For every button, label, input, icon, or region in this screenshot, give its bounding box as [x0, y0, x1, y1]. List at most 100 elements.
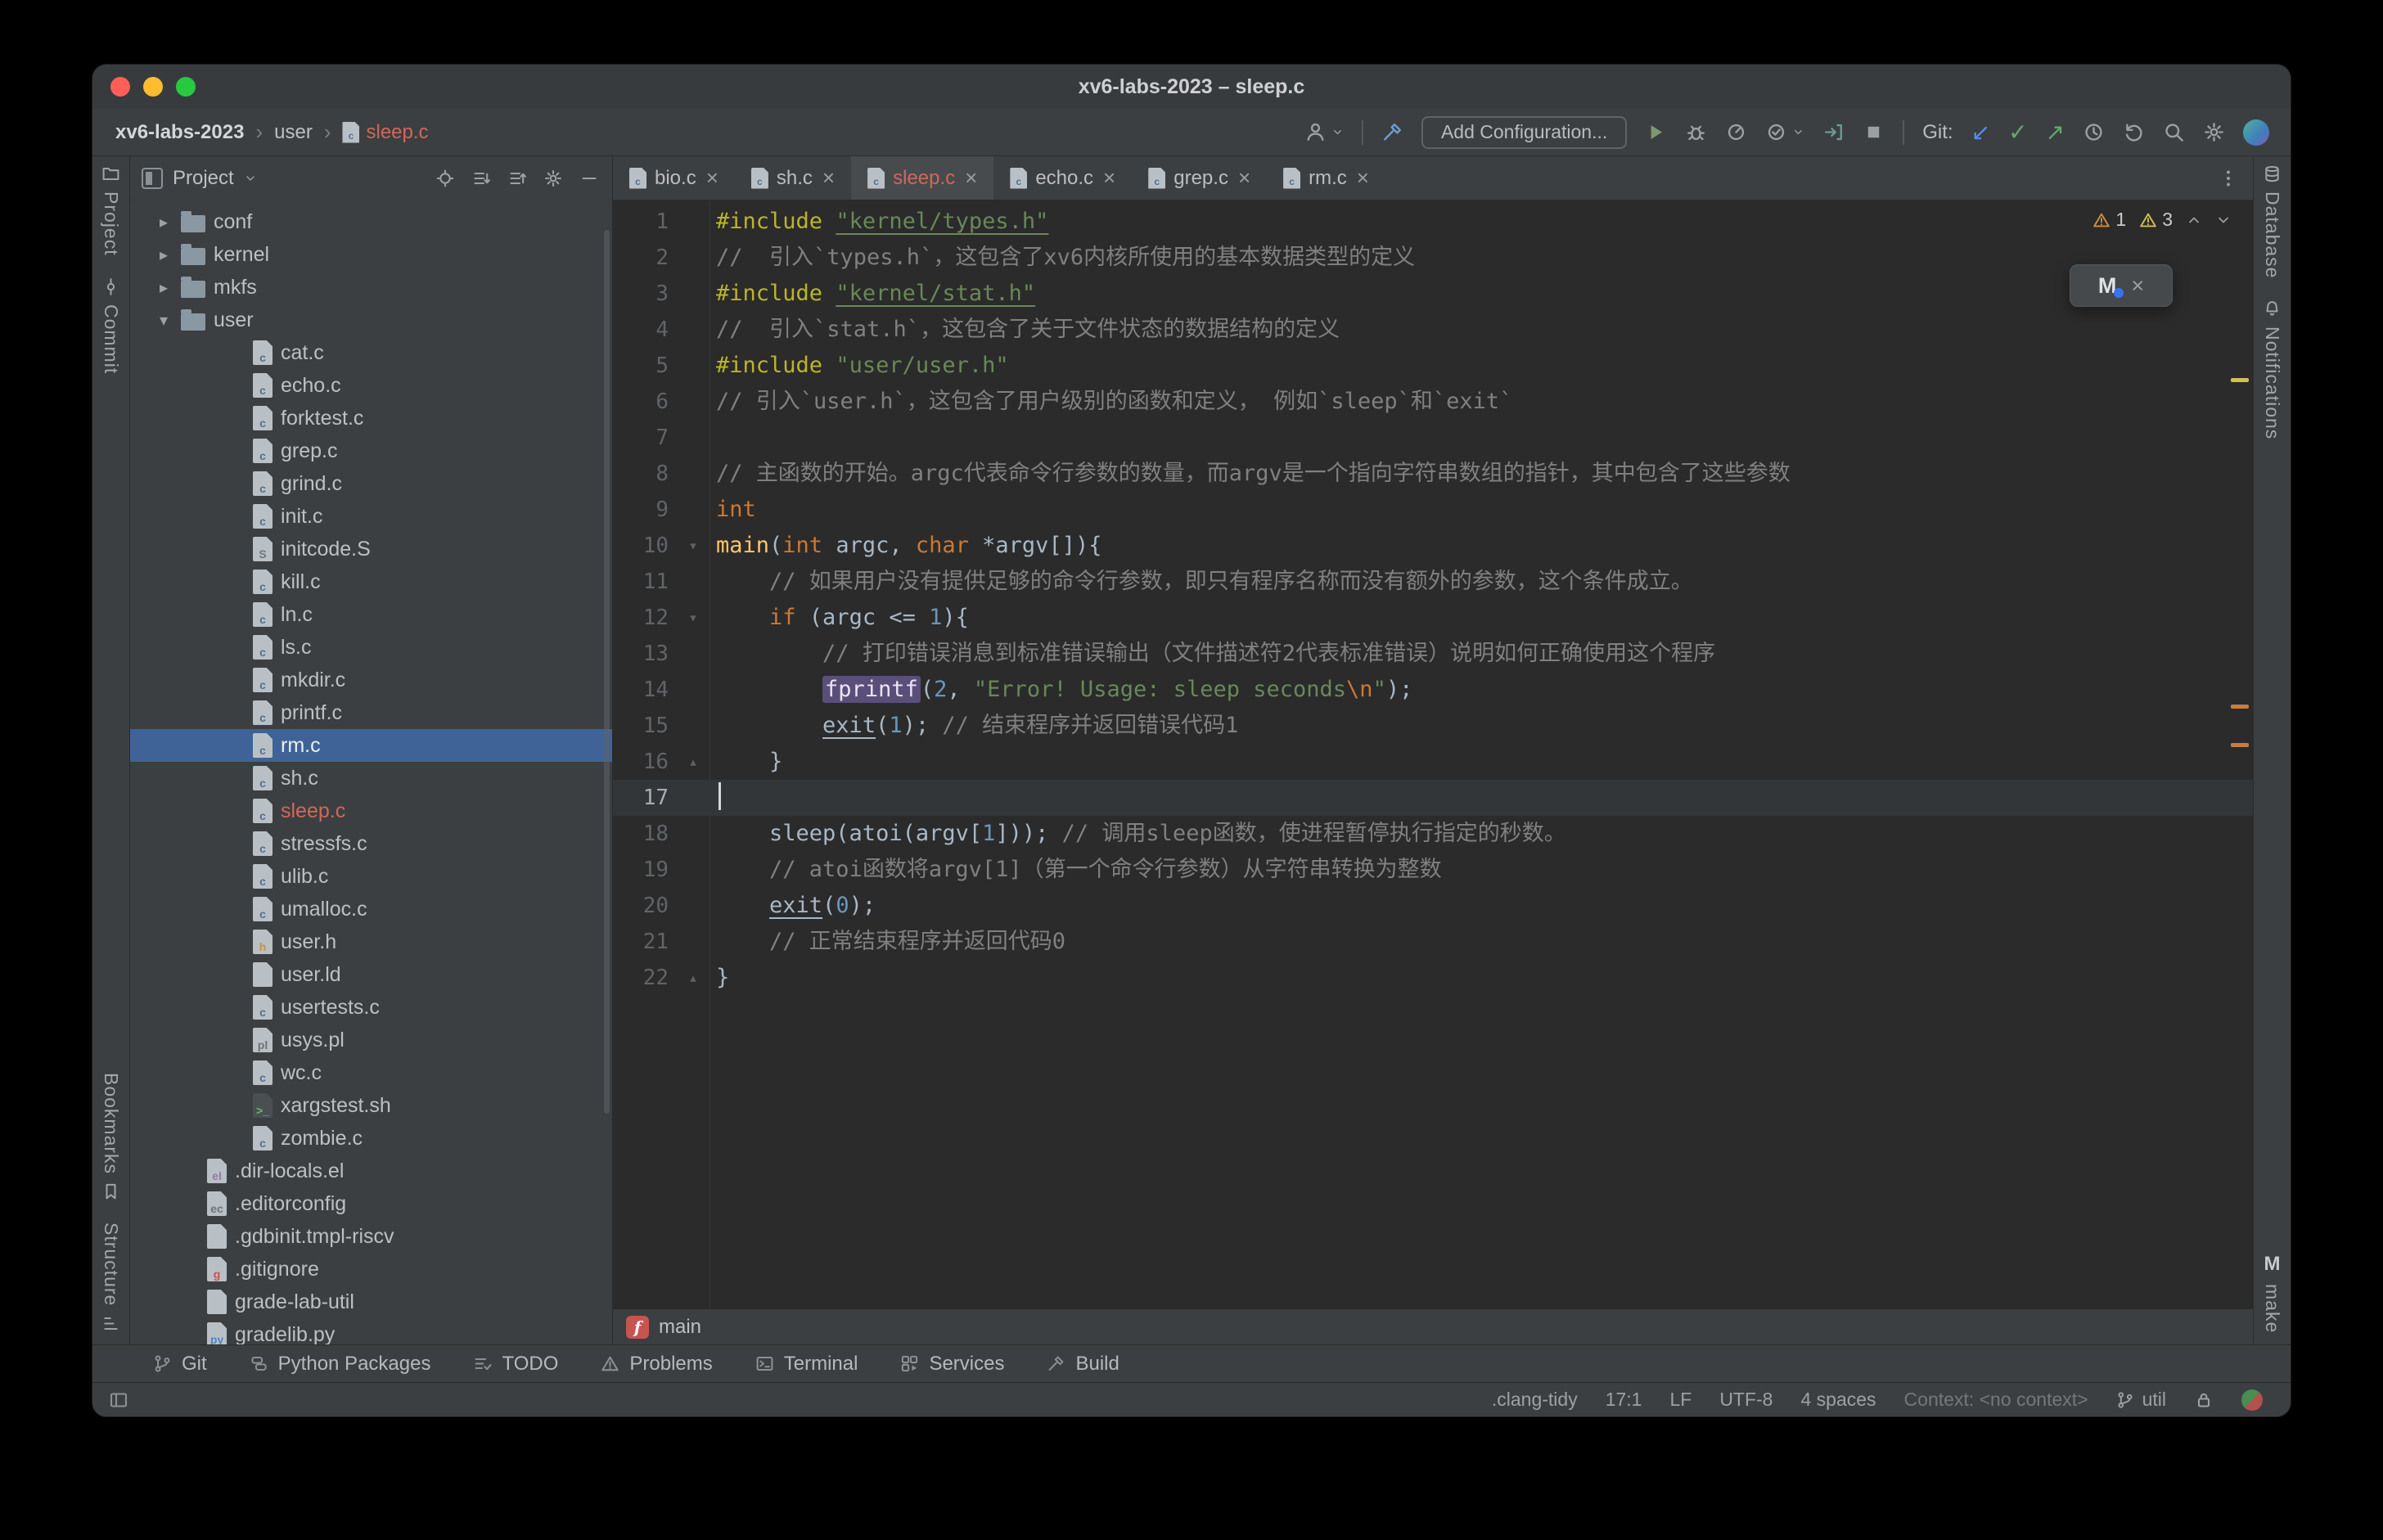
- locate-icon[interactable]: [435, 169, 455, 188]
- tab-rm.c[interactable]: c rm.c ×: [1267, 156, 1385, 200]
- hide-icon[interactable]: [579, 169, 599, 188]
- debug-button[interactable]: [1685, 121, 1707, 143]
- breadcrumb-item-sleep.c[interactable]: c sleep.c: [342, 121, 429, 144]
- tree-item-rm.c[interactable]: c rm.c: [130, 729, 612, 762]
- indent-style[interactable]: 4 spaces: [1800, 1389, 1876, 1411]
- expand-all-icon[interactable]: [471, 169, 491, 188]
- tree-item-xargstest.sh[interactable]: >_ xargstest.sh: [130, 1089, 612, 1122]
- code-line-1[interactable]: 1 #include "kernel/types.h": [613, 204, 2253, 240]
- tree-item-initcode.S[interactable]: Sinitcode.S: [130, 533, 612, 565]
- code-line-16[interactable]: 16 ▴ }: [613, 744, 2253, 780]
- code-line-22[interactable]: 22 ▴}: [613, 960, 2253, 996]
- run-with-profiler-button[interactable]: [1725, 121, 1747, 143]
- tree-item-grade-lab-util[interactable]: grade-lab-util: [130, 1286, 612, 1318]
- chevron-right-icon[interactable]: ▸: [155, 245, 173, 265]
- breadcrumb-item-user[interactable]: user: [274, 121, 313, 144]
- search-everywhere-button[interactable]: [2163, 121, 2185, 143]
- fold-marker-icon[interactable]: ▴: [677, 960, 709, 996]
- code-line-18[interactable]: 18 sleep(atoi(argv[1])); // 调用sleep函数，使进…: [613, 816, 2253, 852]
- tab-sleep.c[interactable]: c sleep.c ×: [851, 156, 994, 200]
- function-name[interactable]: main: [659, 1316, 701, 1339]
- tree-item-conf[interactable]: ▸ conf: [130, 205, 612, 238]
- tree-item-stressfs.c[interactable]: c stressfs.c: [130, 827, 612, 860]
- tree-item-.editorconfig[interactable]: ec .editorconfig: [130, 1187, 612, 1220]
- inspections-profile-icon[interactable]: [2241, 1389, 2263, 1411]
- code-line-9[interactable]: 9 int: [613, 492, 2253, 528]
- code-line-14[interactable]: 14 fprintf (2, "Error! Usage: sleep secon…: [613, 672, 2253, 708]
- toolwindow-notifications[interactable]: Notifications: [2261, 299, 2283, 440]
- toolwindow-database[interactable]: Database: [2261, 164, 2283, 278]
- line-ending[interactable]: LF: [1669, 1389, 1692, 1411]
- tree-item-grind.c[interactable]: c grind.c: [130, 467, 612, 500]
- rollback-button[interactable]: [2123, 121, 2145, 143]
- chevron-right-icon[interactable]: ▸: [155, 277, 173, 298]
- code-line-12[interactable]: 12 ▾ if (argc <= 1){: [613, 600, 2253, 636]
- code-line-13[interactable]: 13 // 打印错误消息到标准错误输出（文件描述符2代表标准错误）说明如何正确使…: [613, 636, 2253, 672]
- project-panel-title[interactable]: Project: [173, 167, 234, 190]
- tree-item-forktest.c[interactable]: c forktest.c: [130, 402, 612, 435]
- code-line-20[interactable]: 20 exit(0);: [613, 888, 2253, 924]
- code-line-10[interactable]: 10 ▾ main(int argc, char *argv[]){: [613, 528, 2253, 564]
- tree-item-.dir-locals.el[interactable]: el .dir-locals.el: [130, 1155, 612, 1187]
- tree-item-.gdbinit.tmpl-riscv[interactable]: .gdbinit.tmpl-riscv: [130, 1220, 612, 1253]
- caret-position[interactable]: 17:1: [1606, 1389, 1642, 1411]
- tree-item-usertests.c[interactable]: c usertests.c: [130, 991, 612, 1024]
- tab-sh.c[interactable]: c sh.c ×: [735, 156, 851, 200]
- tool-git[interactable]: Git: [153, 1353, 207, 1376]
- tool-services[interactable]: Services: [900, 1353, 1004, 1376]
- file-encoding[interactable]: UTF-8: [1719, 1389, 1773, 1411]
- user-avatar[interactable]: [2243, 119, 2269, 146]
- clang-tidy-status[interactable]: .clang-tidy: [1492, 1389, 1578, 1411]
- fold-marker-icon[interactable]: ▾: [677, 600, 709, 636]
- tool-python-packages[interactable]: Python Packages: [250, 1353, 430, 1376]
- chevron-up-icon[interactable]: [2186, 212, 2202, 228]
- tree-item-printf.c[interactable]: c printf.c: [130, 696, 612, 729]
- tree-item-umalloc.c[interactable]: c umalloc.c: [130, 893, 612, 925]
- user-menu-button[interactable]: [1304, 121, 1344, 143]
- git-push-button[interactable]: ↗: [2046, 120, 2065, 144]
- tree-item-echo.c[interactable]: c echo.c: [130, 369, 612, 402]
- tool-build[interactable]: Build: [1047, 1353, 1119, 1376]
- error-stripe-mark[interactable]: [2231, 743, 2249, 748]
- settings-button[interactable]: [2203, 121, 2225, 143]
- tree-item-cat.c[interactable]: c cat.c: [130, 336, 612, 369]
- run-with-coverage-button[interactable]: [1765, 121, 1804, 143]
- tree-item-.gitignore[interactable]: g .gitignore: [130, 1253, 612, 1286]
- lock-icon[interactable]: [2194, 1390, 2214, 1410]
- tree-item-mkfs[interactable]: ▸ mkfs: [130, 271, 612, 304]
- tab-bio.c[interactable]: c bio.c ×: [613, 156, 735, 200]
- error-stripe-mark[interactable]: [2231, 377, 2249, 382]
- settings-gear-icon[interactable]: [543, 169, 563, 188]
- inspection-warnings[interactable]: 1: [2092, 209, 2126, 231]
- toolwindow-structure[interactable]: Structure: [100, 1223, 122, 1333]
- tree-item-kernel[interactable]: ▸ kernel: [130, 238, 612, 271]
- tree-item-grep.c[interactable]: c grep.c: [130, 435, 612, 467]
- toolwindow-bookmarks[interactable]: Bookmarks: [100, 1073, 122, 1201]
- code-line-8[interactable]: 8 // 主函数的开始。argc代表命令行参数的数量，而argv是一个指向字符串数…: [613, 456, 2253, 492]
- tree-item-usys.pl[interactable]: pl usys.pl: [130, 1024, 612, 1056]
- fold-marker-icon[interactable]: ▾: [677, 528, 709, 564]
- tree-item-zombie.c[interactable]: c zombie.c: [130, 1122, 612, 1155]
- more-tabs-button[interactable]: [2219, 156, 2253, 200]
- error-stripe-mark[interactable]: [2231, 705, 2249, 709]
- chevron-down-icon[interactable]: [2215, 212, 2232, 228]
- tool-terminal[interactable]: Terminal: [755, 1353, 858, 1376]
- close-tab-icon[interactable]: ×: [1103, 165, 1115, 191]
- code-line-19[interactable]: 19 // atoi函数将argv[1]（第一个命令行参数）从字符串转换为整数: [613, 852, 2253, 888]
- close-icon[interactable]: ×: [2131, 273, 2144, 299]
- attach-to-process-button[interactable]: [1822, 121, 1845, 143]
- tree-scrollbar[interactable]: [604, 230, 610, 1114]
- toolwindow-commit[interactable]: Commit: [100, 277, 122, 374]
- toolwindow-make[interactable]: Mmake: [2261, 1253, 2283, 1333]
- tree-item-ulib.c[interactable]: c ulib.c: [130, 860, 612, 893]
- history-button[interactable]: [2083, 121, 2105, 143]
- code-editor[interactable]: 1 #include "kernel/types.h" 2 // 引入`types.h…: [613, 200, 2253, 1308]
- close-tab-icon[interactable]: ×: [706, 165, 719, 191]
- make-floating-widget[interactable]: M ×: [2070, 264, 2173, 307]
- code-line-6[interactable]: 6 // 引入`user.h`，这包含了用户级别的函数和定义， 例如`sleep`…: [613, 384, 2253, 420]
- tab-echo.c[interactable]: c echo.c ×: [993, 156, 1132, 200]
- fold-marker-icon[interactable]: ▴: [677, 744, 709, 780]
- chevron-down-icon[interactable]: ▾: [155, 310, 173, 331]
- tree-item-init.c[interactable]: c init.c: [130, 500, 612, 533]
- close-tab-icon[interactable]: ×: [965, 165, 977, 191]
